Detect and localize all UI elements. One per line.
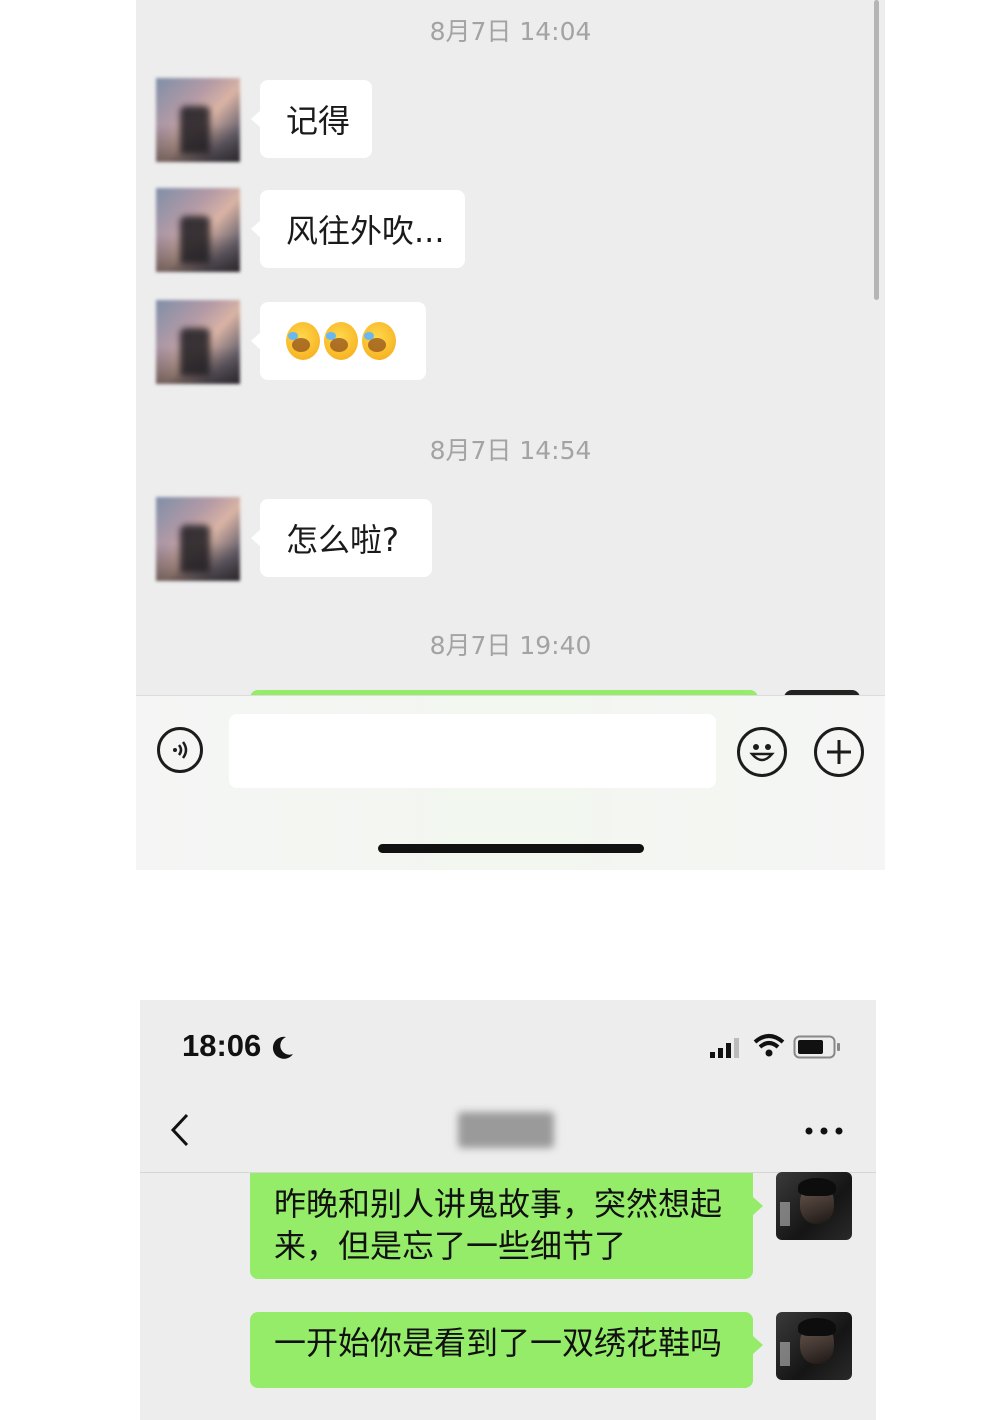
wifi-icon [753,1034,785,1057]
status-time: 18:06 [182,1028,262,1063]
avatar[interactable] [156,300,240,384]
timestamp: 8月7日 14:54 [429,436,592,465]
battery-icon [793,1035,840,1059]
emoji-message-bubble[interactable] [251,302,426,380]
message-bubble[interactable]: 怎么啦? [251,499,432,577]
tears-of-joy-emoji-icon [362,322,396,360]
signal-icon [710,1038,739,1058]
plus-icon [827,740,851,764]
input-bar [136,695,885,870]
more-button[interactable] [814,727,864,777]
avatar[interactable] [776,1312,852,1380]
tears-of-joy-emoji-icon [286,322,320,360]
emoji-icon [749,744,775,762]
avatar[interactable] [156,188,240,272]
voice-icon [173,741,188,759]
nav-bar [140,1088,876,1173]
message-text: 记得 [286,102,351,140]
avatar[interactable] [156,78,240,162]
moon-icon [272,1036,293,1059]
message-text: 怎么啦? [286,521,399,559]
chat-screen-top: 8月7日 14:04 记得 风往外吹... 8月7日 14:54 怎么啦? 8月… [136,0,885,870]
message-text: 昨晚和别人讲鬼故事，突然想起来，但是忘了一些细节了 [274,1185,723,1265]
message-input[interactable] [229,714,716,788]
home-indicator[interactable] [378,844,644,853]
contact-name[interactable] [458,1112,554,1148]
message-text: 一开始你是看到了一双绣花鞋吗 [274,1324,723,1362]
message-bubble[interactable]: 昨晚和别人讲鬼故事，突然想起来，但是忘了一些细节了 [250,1173,763,1279]
ellipsis-icon[interactable] [804,1126,844,1136]
timestamp: 8月7日 19:40 [429,631,592,660]
message-bubble[interactable]: 风往外吹... [251,190,465,268]
timestamp: 8月7日 14:04 [429,17,592,46]
message-bubble[interactable]: 记得 [251,80,372,158]
voice-button[interactable] [157,727,203,773]
chevron-left-icon[interactable] [168,1112,192,1148]
avatar[interactable] [156,497,240,581]
message-text: 风往外吹... [286,212,445,250]
emoji-button[interactable] [737,727,787,777]
message-bubble[interactable]: 一开始你是看到了一双绣花鞋吗 [250,1312,763,1388]
tears-of-joy-emoji-icon [324,322,358,360]
avatar[interactable] [776,1172,852,1240]
chat-screen-bottom: 18:06 昨晚和别人讲鬼故事，突然想起来，但是忘了一些细节了 一开始你是看到了… [140,1000,876,1420]
